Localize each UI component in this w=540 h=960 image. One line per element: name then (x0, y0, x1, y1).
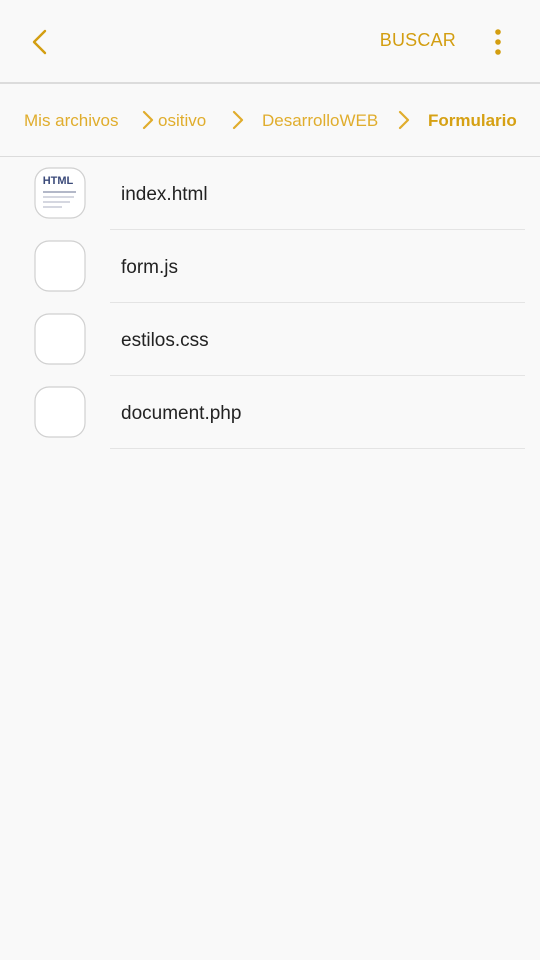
file-row-document-php[interactable]: document.php (0, 376, 540, 449)
back-button[interactable] (20, 22, 60, 62)
search-button[interactable]: BUSCAR (380, 30, 456, 51)
html-file-icon-label: HTML (43, 175, 74, 187)
blank-file-icon (34, 240, 86, 292)
file-row-estilos-css[interactable]: estilos.css (0, 303, 540, 376)
breadcrumb-item-formulario: Formulario (428, 111, 517, 130)
file-name: index.html (121, 184, 208, 205)
file-name: form.js (121, 257, 178, 278)
file-row-index-html[interactable]: HTML index.html (0, 157, 540, 230)
divider (110, 448, 525, 449)
file-row-form-js[interactable]: form.js (0, 230, 540, 303)
more-options-button[interactable] (480, 24, 516, 60)
html-file-icon: HTML (34, 167, 86, 219)
more-vertical-icon (495, 29, 501, 55)
blank-file-icon (34, 313, 86, 365)
chevron-left-icon (32, 29, 47, 55)
breadcrumb-item-mis-archivos[interactable]: Mis archivos (24, 111, 118, 131)
app-bar: BUSCAR (0, 0, 540, 84)
chevron-right-icon (398, 110, 410, 130)
breadcrumb: Mis archivos ositivo DesarrolloWEB Formu… (0, 84, 540, 157)
blank-file-icon (34, 386, 86, 438)
breadcrumb-item-dispositivo[interactable]: ositivo (158, 111, 206, 131)
chevron-right-icon (142, 110, 154, 130)
file-name: estilos.css (121, 330, 209, 351)
chevron-right-icon (232, 110, 244, 130)
file-name: document.php (121, 403, 242, 424)
file-list: HTML index.html form.js estilos.css docu… (0, 157, 540, 449)
breadcrumb-item-desarrolloweb[interactable]: DesarrolloWEB (262, 111, 378, 131)
